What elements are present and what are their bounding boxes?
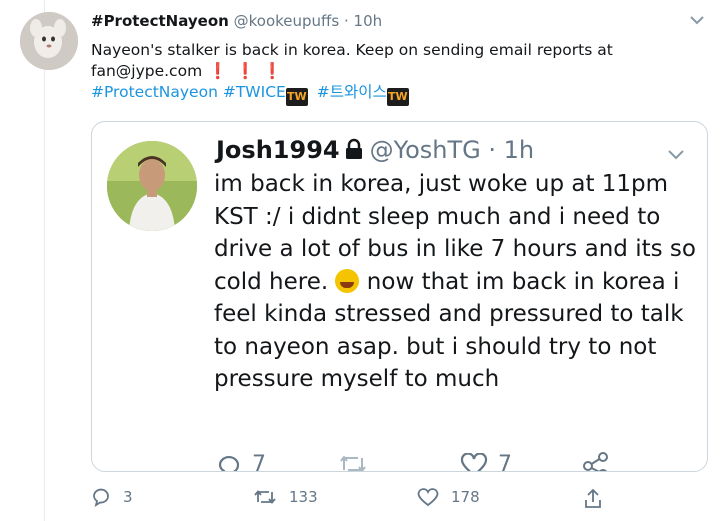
quoted-tweet-text: im back in korea, just woke up at 11pm K… — [214, 168, 696, 396]
reply-count: 3 — [123, 488, 133, 506]
quoted-text-line: to nayeon asap. but i should try to not — [214, 333, 657, 360]
tweet-text-line: Nayeon's stalker is back in korea. Keep … — [91, 41, 613, 59]
heart-icon — [417, 488, 439, 507]
quoted-timestamp[interactable]: 1h — [504, 136, 534, 164]
quoted-handle[interactable]: @YoshTG — [370, 136, 481, 164]
quoted-text-line: im back in korea, just woke up at 11pm — [214, 171, 669, 197]
quoted-display-name[interactable]: Josh1994 — [216, 136, 340, 164]
quoted-like-count: 7 — [498, 452, 512, 472]
retweet-icon — [340, 455, 366, 471]
reply-icon — [93, 488, 109, 507]
tweet-action-bar: 3 133 178 — [91, 487, 706, 511]
share-icon — [583, 452, 608, 471]
quoted-share-button[interactable] — [582, 452, 620, 471]
chevron-down-icon[interactable] — [689, 14, 705, 26]
separator-dot: · — [343, 12, 349, 30]
quoted-text-line: cold here. — [214, 268, 329, 295]
handle[interactable]: @kookeupuffs — [234, 12, 340, 30]
share-icon — [585, 488, 601, 508]
quoted-text-line: drive a lot of bus in like 7 hours and i… — [214, 236, 696, 262]
quoted-retweet-button[interactable] — [338, 452, 378, 471]
quoted-text-line: feel kinda stressed and pressured to tal… — [214, 301, 684, 327]
retweet-icon — [254, 490, 276, 504]
share-button[interactable] — [583, 487, 615, 509]
quoted-text-line: now that im back in korea i — [359, 268, 680, 295]
chevron-down-icon[interactable] — [667, 148, 685, 160]
twice-logo-icon: TW — [386, 88, 409, 106]
retweet-button[interactable]: 133 — [253, 487, 318, 507]
reply-icon — [218, 455, 240, 471]
quoted-reply-button[interactable]: 7 — [216, 452, 266, 472]
tweet-header: #ProtectNayeon @kookeupuffs · 10h — [91, 12, 382, 30]
lock-icon — [345, 138, 362, 159]
hashtag-protectnayeon[interactable]: #ProtectNayeon — [91, 83, 218, 101]
tweet-text: Nayeon's stalker is back in korea. Keep … — [91, 40, 691, 106]
thread-line — [44, 0, 45, 521]
like-count: 178 — [451, 488, 480, 506]
hashtag-twice-korean[interactable]: #트와이스 — [317, 83, 387, 101]
quoted-tweet-card[interactable]: Josh1994 @YoshTG · 1h im back in korea, … — [91, 121, 708, 472]
display-name[interactable]: #ProtectNayeon — [91, 12, 229, 30]
hashtag-twice[interactable]: #TWICE — [223, 83, 286, 101]
reply-button[interactable]: 3 — [91, 487, 133, 507]
retweet-count: 133 — [289, 488, 318, 506]
quoted-action-bar: 7 7 — [92, 452, 707, 472]
exclamation-emoji: ❗❗❗ — [208, 62, 291, 80]
quoted-avatar[interactable] — [107, 141, 197, 231]
quoted-like-button[interactable]: 7 — [460, 452, 512, 472]
timestamp[interactable]: 10h — [354, 12, 383, 30]
quoted-text-line: KST :/ i didnt sleep much and i need to — [214, 203, 661, 230]
quoted-text-line: pressure myself to much — [214, 366, 500, 392]
laughing-emoji-icon — [335, 268, 360, 293]
quoted-reply-count: 7 — [252, 452, 266, 472]
separator-dot: · — [488, 136, 497, 164]
heart-icon — [460, 452, 488, 471]
avatar[interactable] — [20, 12, 78, 70]
email-link[interactable]: fan@jype.com — [91, 62, 202, 80]
twice-logo-icon: TW — [285, 88, 308, 106]
quoted-header: Josh1994 @YoshTG · 1h — [216, 136, 534, 164]
like-button[interactable]: 178 — [417, 487, 480, 507]
